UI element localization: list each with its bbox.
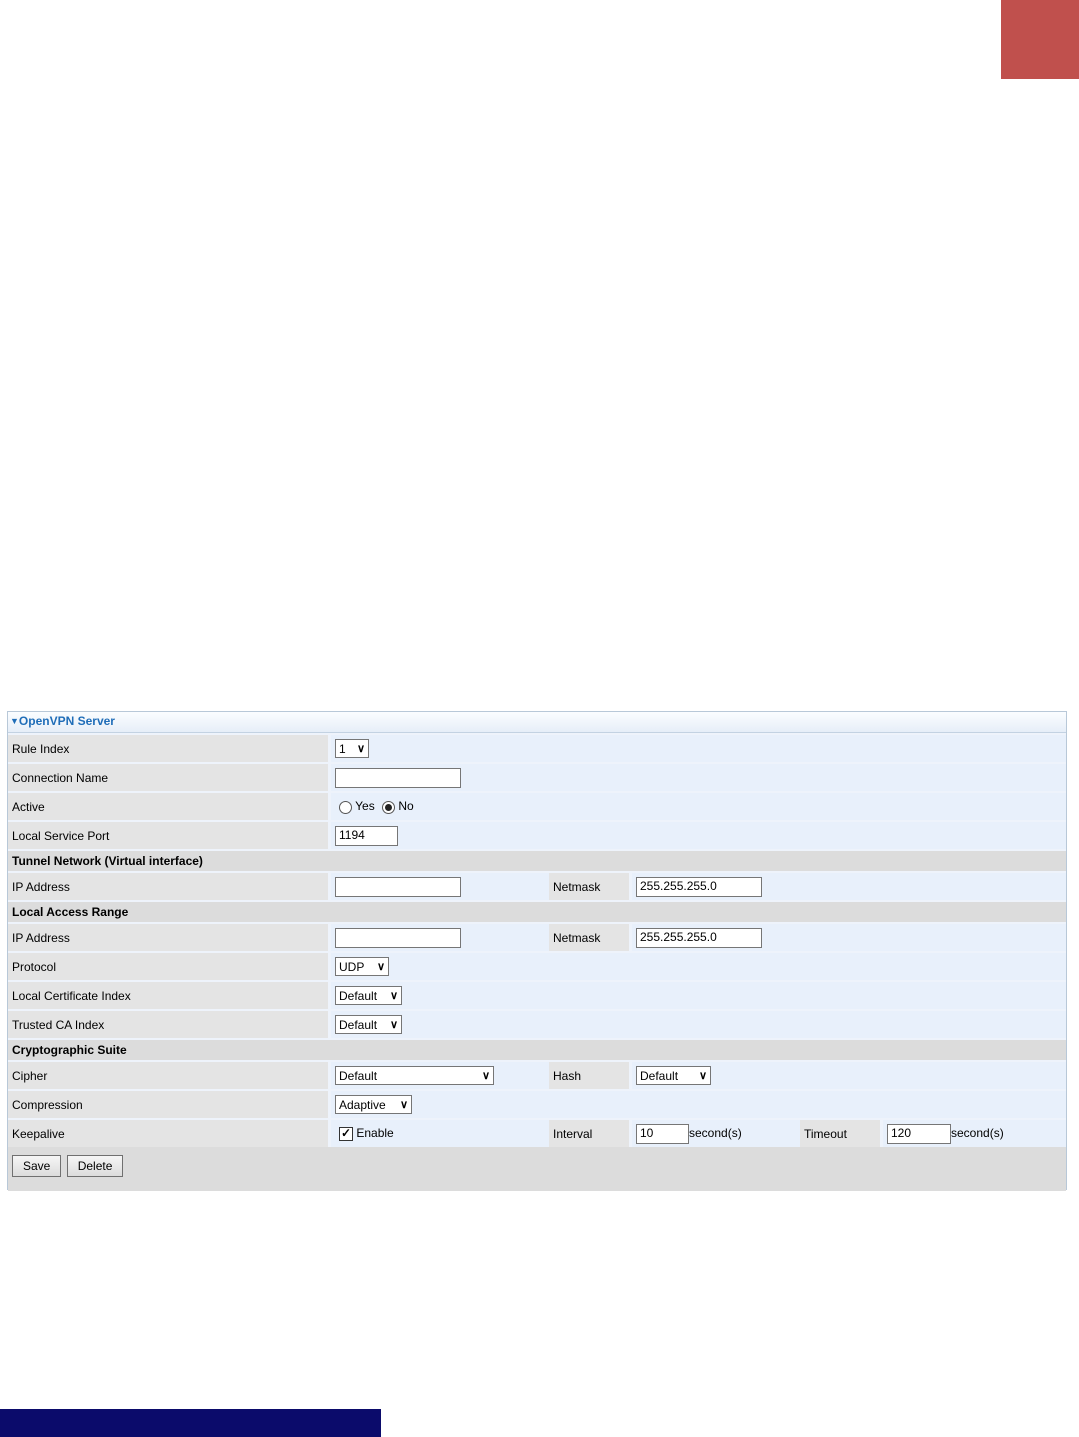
chevron-down-icon: ∨ [399, 1099, 408, 1111]
chevron-down-icon: ∨ [376, 961, 385, 973]
protocol-select[interactable]: UDP ∨ [335, 957, 389, 976]
local-cert-select[interactable]: Default ∨ [335, 986, 402, 1005]
cipher-label: Cipher [8, 1062, 331, 1089]
local-service-port-label: Local Service Port [8, 822, 331, 849]
connection-name-input[interactable] [335, 767, 461, 788]
trusted-ca-label: Trusted CA Index [8, 1011, 331, 1038]
keepalive-enable-label: Enable [356, 1126, 394, 1141]
local-access-ip-input[interactable] [335, 927, 461, 948]
active-no-label: No [398, 799, 414, 814]
timeout-label: Timeout [800, 1120, 883, 1147]
row-local-access-ip: IP Address Netmask 255.255.255.0 [8, 924, 1066, 951]
interval-label: Interval [549, 1120, 632, 1147]
panel-header[interactable]: ▼OpenVPN Server [8, 712, 1066, 733]
local-access-netmask-label: Netmask [549, 924, 632, 951]
button-row: Save Delete [8, 1147, 1066, 1191]
rule-index-value: 1 [339, 741, 346, 756]
row-local-service-port: Local Service Port 1194 [8, 822, 1066, 849]
tunnel-netmask-label: Netmask [549, 873, 632, 900]
tunnel-ip-label: IP Address [8, 873, 331, 900]
keepalive-enable-checkbox[interactable]: ✓ [339, 1126, 353, 1141]
interval-input[interactable]: 10 [636, 1123, 689, 1144]
compression-select[interactable]: Adaptive ∨ [335, 1095, 412, 1114]
chevron-down-icon: ∨ [698, 1070, 707, 1082]
row-trusted-ca-index: Trusted CA Index Default ∨ [8, 1011, 1066, 1038]
openvpn-form: Rule Index 1 ∨ Connection Name Active Yes… [8, 733, 1066, 1149]
active-no-radio[interactable] [382, 800, 396, 814]
openvpn-server-panel: ▼OpenVPN Server Rule Index 1 ∨ Connection… [7, 711, 1067, 1191]
timeout-unit: second(s) [951, 1125, 1004, 1140]
row-rule-index: Rule Index 1 ∨ [8, 735, 1066, 762]
compression-value: Adaptive [339, 1097, 386, 1112]
footer-bar [0, 1409, 381, 1437]
active-yes-radio[interactable] [339, 800, 352, 814]
row-protocol: Protocol UDP ∨ [8, 953, 1066, 980]
tunnel-netmask-input[interactable]: 255.255.255.0 [636, 876, 762, 897]
section-title: Cryptographic Suite [8, 1040, 1066, 1060]
chevron-down-icon: ∨ [481, 1070, 490, 1082]
local-access-ip-label: IP Address [8, 924, 331, 951]
compression-label: Compression [8, 1091, 331, 1118]
active-label: Active [8, 793, 331, 820]
corner-tab [1001, 0, 1079, 79]
hash-select[interactable]: Default ∨ [636, 1066, 711, 1085]
section-tunnel-network: Tunnel Network (Virtual interface) [8, 851, 1066, 871]
hash-value: Default [640, 1068, 679, 1083]
hash-label: Hash [549, 1062, 632, 1089]
local-cert-value: Default [339, 988, 378, 1003]
local-cert-label: Local Certificate Index [8, 982, 331, 1009]
interval-unit: second(s) [689, 1125, 742, 1140]
row-local-certificate-index: Local Certificate Index Default ∨ [8, 982, 1066, 1009]
local-service-port-input[interactable]: 1194 [335, 825, 398, 846]
chevron-down-icon: ∨ [389, 990, 398, 1002]
save-button[interactable]: Save [12, 1155, 62, 1177]
timeout-input[interactable]: 120 [887, 1123, 951, 1144]
row-compression: Compression Adaptive ∨ [8, 1091, 1066, 1118]
protocol-value: UDP [339, 959, 365, 974]
rule-index-select[interactable]: 1 ∨ [335, 739, 369, 758]
section-local-access-range: Local Access Range [8, 902, 1066, 922]
active-yes-label: Yes [355, 799, 375, 814]
row-active: Active Yes No [8, 793, 1066, 820]
section-cryptographic-suite: Cryptographic Suite [8, 1040, 1066, 1060]
protocol-label: Protocol [8, 953, 331, 980]
connection-name-label: Connection Name [8, 764, 331, 791]
section-title: Tunnel Network (Virtual interface) [8, 851, 1066, 871]
keepalive-label: Keepalive [8, 1120, 331, 1147]
row-tunnel-ip: IP Address Netmask 255.255.255.0 [8, 873, 1066, 900]
chevron-down-icon: ∨ [389, 1019, 398, 1031]
trusted-ca-select[interactable]: Default ∨ [335, 1015, 402, 1034]
triangle-down-icon: ▼ [10, 716, 19, 726]
row-connection-name: Connection Name [8, 764, 1066, 791]
cipher-select[interactable]: Default ∨ [335, 1066, 494, 1085]
chevron-down-icon: ∨ [356, 743, 365, 755]
tunnel-ip-input[interactable] [335, 876, 461, 897]
row-keepalive: Keepalive ✓ Enable Interval 10 second(s) … [8, 1120, 1066, 1147]
row-cipher: Cipher Default ∨ Hash Default ∨ [8, 1062, 1066, 1089]
panel-title: OpenVPN Server [18, 714, 115, 728]
delete-button[interactable]: Delete [66, 1155, 124, 1177]
rule-index-label: Rule Index [8, 735, 331, 762]
section-title: Local Access Range [8, 902, 1066, 922]
local-access-netmask-input[interactable]: 255.255.255.0 [636, 927, 762, 948]
cipher-value: Default [339, 1068, 378, 1083]
trusted-ca-value: Default [339, 1017, 378, 1032]
